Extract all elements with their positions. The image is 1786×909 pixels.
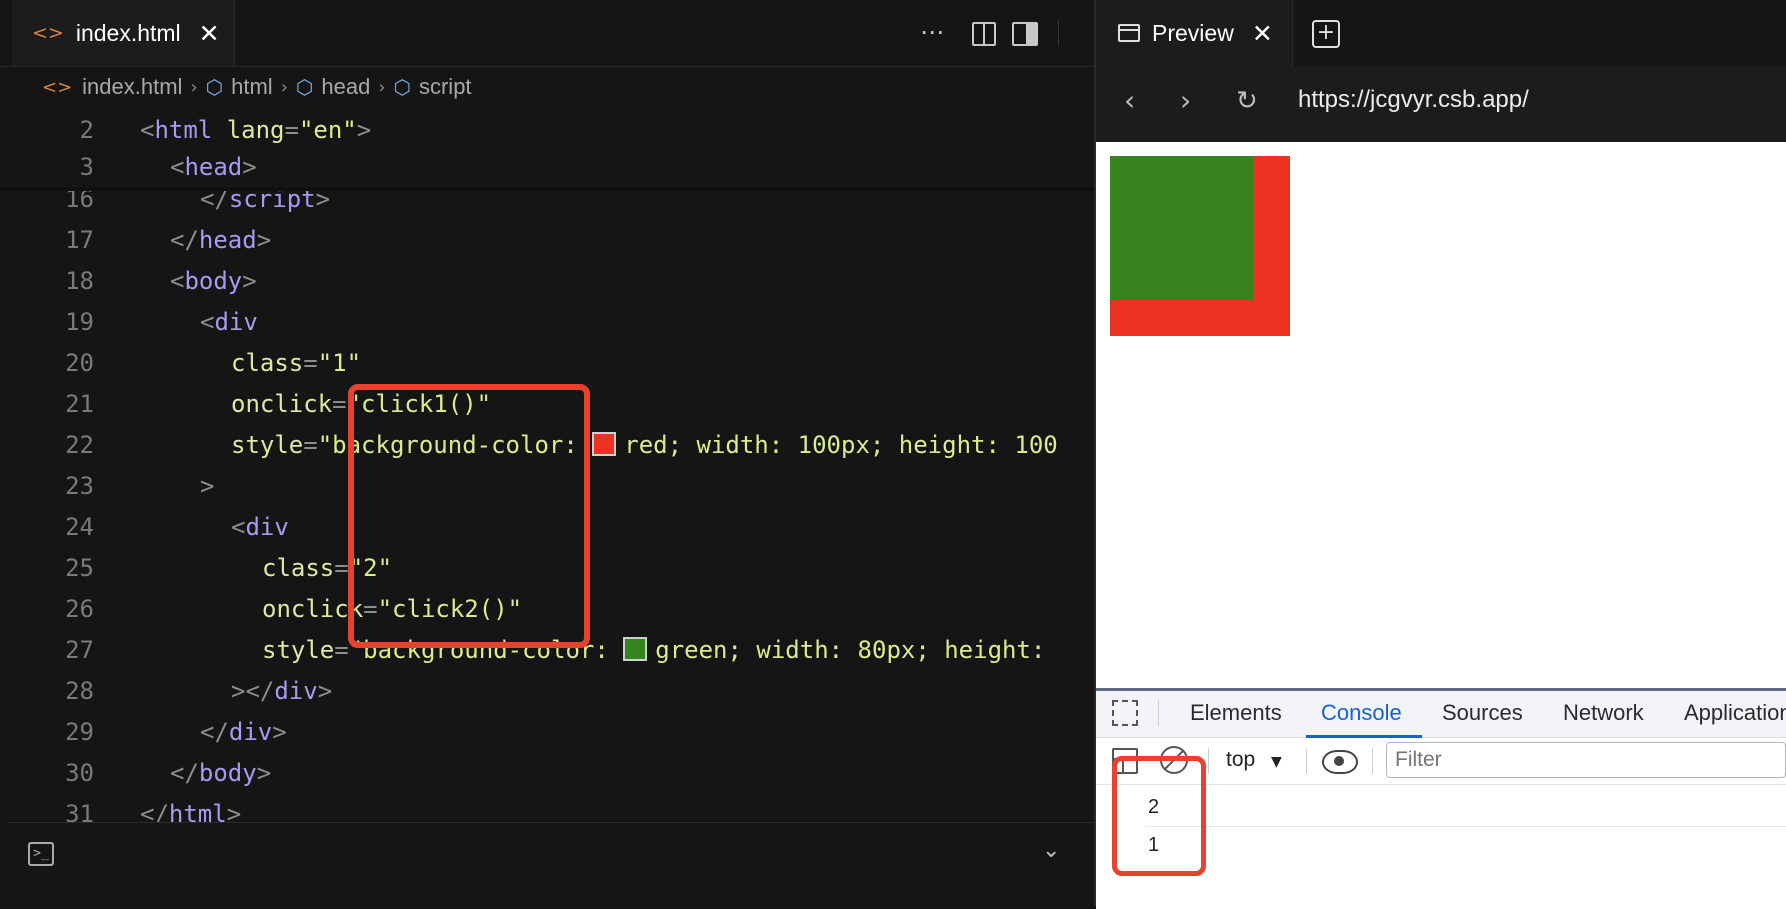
code-line: 19 <div xyxy=(0,302,1094,343)
context-value: top xyxy=(1226,748,1256,771)
line-content: > xyxy=(200,472,215,500)
breadcrumb-item[interactable]: index.html xyxy=(82,74,182,100)
line-content: </script> xyxy=(200,185,331,213)
chevron-right-icon: › xyxy=(280,76,288,98)
line-number: 24 xyxy=(65,513,94,541)
chevron-right-icon: › xyxy=(378,76,386,98)
chevron-down-icon[interactable]: ⌄ xyxy=(1042,838,1060,863)
line-number: 16 xyxy=(65,185,94,213)
line-content: <body> xyxy=(170,267,257,295)
code-line: 18 <body> xyxy=(0,261,1094,302)
annotation-highlight-code xyxy=(348,384,590,648)
code-line: 31 </html> xyxy=(0,794,1094,822)
tab-label: Preview xyxy=(1152,19,1234,46)
line-number: 21 xyxy=(65,390,94,418)
dropdown-arrow-icon: ▼ xyxy=(1271,754,1282,770)
close-tab-icon[interactable]: ✕ xyxy=(1252,19,1273,48)
line-number: 27 xyxy=(65,636,94,664)
code-line: 30 </body> xyxy=(0,753,1094,794)
breadcrumb-item[interactable]: head xyxy=(321,74,370,100)
line-number: 25 xyxy=(65,554,94,582)
code-line: 17 </head> xyxy=(0,220,1094,261)
browser-window-icon xyxy=(1118,24,1140,42)
cube-icon: ⬡ xyxy=(393,75,411,99)
filter-input[interactable] xyxy=(1386,742,1786,778)
tab-console[interactable]: Console xyxy=(1321,700,1402,726)
more-actions-icon[interactable]: ⋯ xyxy=(920,18,944,46)
cube-icon: ⬡ xyxy=(205,75,224,99)
breadcrumb-item[interactable]: script xyxy=(419,74,472,100)
toolbar-divider xyxy=(1208,748,1209,774)
toolbar-divider xyxy=(1372,748,1373,774)
line-content: </html> xyxy=(140,800,242,822)
toggle-panel-icon[interactable] xyxy=(1012,22,1038,46)
tab-label: index.html xyxy=(75,19,181,46)
split-editor-icon[interactable] xyxy=(972,22,996,46)
color-swatch-red[interactable] xyxy=(592,432,617,456)
chevron-right-icon: › xyxy=(190,76,198,98)
log-divider xyxy=(1146,826,1786,827)
tab-application[interactable]: Application xyxy=(1684,700,1786,726)
toolbar-divider xyxy=(1158,700,1159,726)
toolbar-divider xyxy=(1306,748,1307,774)
code-line: 28 ></div> xyxy=(0,671,1094,712)
inner-div-green[interactable] xyxy=(1110,156,1254,300)
code-line: 29 </div> xyxy=(0,712,1094,753)
line-content: class="1" xyxy=(231,349,362,377)
reload-icon[interactable]: ↻ xyxy=(1236,86,1258,116)
code-line: 16 </script> xyxy=(0,179,1094,220)
line-number: 29 xyxy=(65,718,94,746)
line-number: 23 xyxy=(65,472,94,500)
close-tab-icon[interactable]: ✕ xyxy=(199,19,220,48)
breadcrumb: <> index.html › ⬡ html › ⬡ head › ⬡ scri… xyxy=(42,70,472,104)
inspect-element-icon[interactable] xyxy=(1112,700,1138,726)
line-content: </body> xyxy=(170,759,272,787)
tab-sources[interactable]: Sources xyxy=(1442,700,1523,726)
line-number: 26 xyxy=(65,595,94,623)
line-number: 22 xyxy=(65,431,94,459)
eye-icon[interactable] xyxy=(1322,750,1358,774)
line-content: <html lang="en"> xyxy=(140,116,372,144)
tab-preview[interactable]: Preview ✕ xyxy=(1096,0,1293,66)
line-number: 17 xyxy=(65,226,94,254)
code-line: 2 <html lang="en"> xyxy=(0,110,1094,151)
line-number: 20 xyxy=(65,349,94,377)
line-content: ></div> xyxy=(231,677,333,705)
line-number: 30 xyxy=(65,759,94,787)
cube-icon: ⬡ xyxy=(295,75,314,99)
line-content: </div> xyxy=(200,718,287,746)
forward-icon[interactable]: › xyxy=(1180,84,1191,117)
color-swatch-green[interactable] xyxy=(623,637,648,661)
tab-index-html[interactable]: <> index.html ✕ xyxy=(12,0,235,66)
back-icon[interactable]: ‹ xyxy=(1124,84,1135,117)
terminal-panel xyxy=(8,822,1094,887)
context-selector[interactable]: top ▼ xyxy=(1226,748,1282,772)
tab-network[interactable]: Network xyxy=(1563,700,1644,726)
line-number: 18 xyxy=(65,267,94,295)
line-number: 31 xyxy=(65,800,94,822)
code-icon: <> xyxy=(32,22,64,44)
code-line: 20 class="1" xyxy=(0,343,1094,384)
new-tab-icon[interactable]: + xyxy=(1312,20,1340,48)
line-number: 19 xyxy=(65,308,94,336)
sticky-scroll-divider xyxy=(0,188,1094,191)
line-content: <div xyxy=(200,308,258,336)
line-content: <div xyxy=(231,513,289,541)
annotation-highlight-console xyxy=(1112,756,1206,876)
toolbar-divider xyxy=(1058,20,1059,46)
code-icon: <> xyxy=(42,76,73,98)
tab-elements[interactable]: Elements xyxy=(1190,700,1282,726)
terminal-icon[interactable]: >_ xyxy=(28,842,54,866)
line-number: 28 xyxy=(65,677,94,705)
line-number: 2 xyxy=(79,116,94,144)
breadcrumb-item[interactable]: html xyxy=(231,74,273,100)
url-bar[interactable]: https://jcgvyr.csb.app/ xyxy=(1298,86,1529,114)
line-content: </head> xyxy=(170,226,272,254)
